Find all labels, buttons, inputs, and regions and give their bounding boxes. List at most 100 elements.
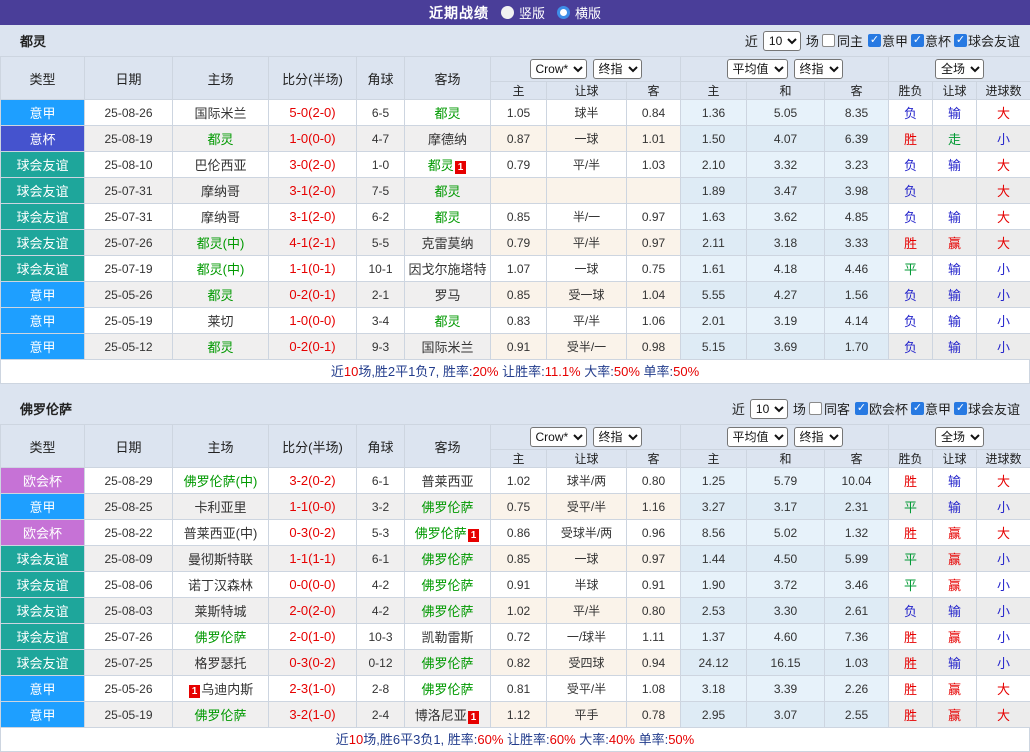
result-handicap: 赢 (933, 520, 977, 546)
home-team: 卡利亚里 (173, 494, 269, 520)
team-label: 都灵 (207, 288, 233, 303)
group-header-bookmaker: Crow* 终指 (491, 57, 681, 82)
match-date: 25-05-12 (85, 334, 173, 360)
final-odds-select[interactable]: 终指 (593, 59, 642, 79)
team-label: 诺丁汉森林 (188, 578, 253, 593)
final-odds-select[interactable]: 终指 (794, 427, 843, 447)
same-venue-checkbox[interactable]: 同主 (822, 31, 863, 50)
league-filter-label: 球会友谊 (968, 31, 1020, 50)
league-filter-checkbox[interactable]: 意甲 (911, 399, 951, 418)
avg-away-odds: 5.99 (825, 546, 889, 572)
result-handicap: 输 (933, 468, 977, 494)
summary-text: 近 (331, 364, 344, 379)
result-goals: 大 (977, 100, 1030, 126)
home-team: 普莱西亚(中) (173, 520, 269, 546)
match-date: 25-08-03 (85, 598, 173, 624)
avg-draw-odds: 4.60 (747, 624, 825, 650)
games-suffix-label: 场 (793, 399, 806, 418)
result-goals: 小 (977, 126, 1030, 152)
near-label: 近 (732, 399, 745, 418)
league-filter-checkbox[interactable]: 意甲 (868, 31, 908, 50)
result-goals: 大 (977, 468, 1030, 494)
final-odds-select[interactable]: 终指 (593, 427, 642, 447)
col-header-corner: 角球 (357, 425, 405, 468)
recent-count-select[interactable]: 10 (763, 31, 801, 51)
radio-horizontal-layout[interactable]: 横版 (557, 3, 601, 22)
checkbox-unchecked-icon (809, 402, 822, 415)
radio-vertical-layout[interactable]: 竖版 (501, 3, 545, 22)
red-number-badge: 1 (468, 711, 480, 724)
corner-count: 7-5 (357, 178, 405, 204)
average-select[interactable]: 平均值 (727, 427, 788, 447)
team-label: 佛罗伦萨 (421, 552, 473, 567)
bookmaker-select[interactable]: Crow* (530, 59, 587, 79)
team-label: 乌迪内斯 (201, 682, 253, 697)
odds-away: 0.75 (627, 256, 681, 282)
sub-header-avg-away: 客 (825, 450, 889, 468)
sub-header-avg-draw: 和 (747, 450, 825, 468)
result-goals: 小 (977, 334, 1030, 360)
team-label: 都灵 (434, 210, 460, 225)
result-outcome: 负 (889, 282, 933, 308)
avg-away-odds: 10.04 (825, 468, 889, 494)
odds-away: 0.97 (627, 204, 681, 230)
league-filter-checkbox[interactable]: 意杯 (911, 31, 951, 50)
avg-away-odds: 2.26 (825, 676, 889, 702)
team-label: 普莱西亚(中) (184, 526, 258, 541)
bookmaker-select[interactable]: Crow* (530, 427, 587, 447)
handicap-line: 受球半/两 (547, 520, 627, 546)
result-goals: 大 (977, 230, 1030, 256)
scope-select[interactable]: 全场 (935, 427, 984, 447)
scope-select[interactable]: 全场 (935, 59, 984, 79)
same-venue-checkbox[interactable]: 同客 (809, 399, 850, 418)
match-date: 25-08-19 (85, 126, 173, 152)
odds-home: 0.91 (491, 572, 547, 598)
filter-bar: 近 10 场 同主 意甲 意杯 球会友谊 (745, 31, 1020, 51)
avg-home-odds: 1.37 (681, 624, 747, 650)
odds-home: 0.75 (491, 494, 547, 520)
home-team: 摩纳哥 (173, 204, 269, 230)
result-goals: 小 (977, 282, 1030, 308)
team-section-torino: 都灵 近 10 场 同主 意甲 意杯 球会友谊 (0, 25, 1030, 384)
league-type-badge: 意甲 (1, 100, 85, 126)
league-filter-checkbox[interactable]: 球会友谊 (954, 399, 1020, 418)
checkbox-checked-icon (911, 402, 924, 415)
result-outcome: 负 (889, 100, 933, 126)
league-type-badge: 意甲 (1, 334, 85, 360)
avg-draw-odds: 3.30 (747, 598, 825, 624)
league-type-badge: 球会友谊 (1, 204, 85, 230)
league-filter-checkbox[interactable]: 球会友谊 (954, 31, 1020, 50)
summary-text: 单率: (635, 732, 668, 747)
odds-away: 0.91 (627, 572, 681, 598)
sub-header-avg-draw: 和 (747, 82, 825, 100)
same-venue-label: 同客 (824, 399, 850, 418)
away-team: 都灵 (405, 100, 491, 126)
away-team: 都灵 (405, 204, 491, 230)
team-label: 都灵(中) (197, 236, 245, 251)
match-score: 1-1(0-1) (269, 256, 357, 282)
odds-away: 1.04 (627, 282, 681, 308)
avg-away-odds: 3.23 (825, 152, 889, 178)
odds-home: 0.79 (491, 230, 547, 256)
home-team: 佛罗伦萨 (173, 702, 269, 728)
recent-count-select[interactable]: 10 (750, 399, 788, 419)
red-number-badge: 1 (455, 161, 467, 174)
corner-count: 2-4 (357, 702, 405, 728)
final-odds-select[interactable]: 终指 (794, 59, 843, 79)
average-select[interactable]: 平均值 (727, 59, 788, 79)
sub-header-avg-home: 主 (681, 450, 747, 468)
team-label: 曼彻斯特联 (188, 552, 253, 567)
avg-draw-odds: 4.07 (747, 126, 825, 152)
team-label: 国际米兰 (421, 340, 473, 355)
handicap-line: 平/半 (547, 308, 627, 334)
odds-home: 0.85 (491, 282, 547, 308)
match-row: 球会友谊25-07-26都灵(中)4-1(2-1)5-5克雷莫纳0.79平/半0… (1, 230, 1030, 256)
away-team: 博洛尼亚1 (405, 702, 491, 728)
avg-away-odds: 2.55 (825, 702, 889, 728)
match-score: 2-0(1-0) (269, 624, 357, 650)
match-date: 25-07-26 (85, 624, 173, 650)
league-filter-checkbox[interactable]: 欧会杯 (855, 399, 908, 418)
result-outcome: 胜 (889, 702, 933, 728)
avg-draw-odds: 5.79 (747, 468, 825, 494)
team-label: 都灵 (434, 106, 460, 121)
